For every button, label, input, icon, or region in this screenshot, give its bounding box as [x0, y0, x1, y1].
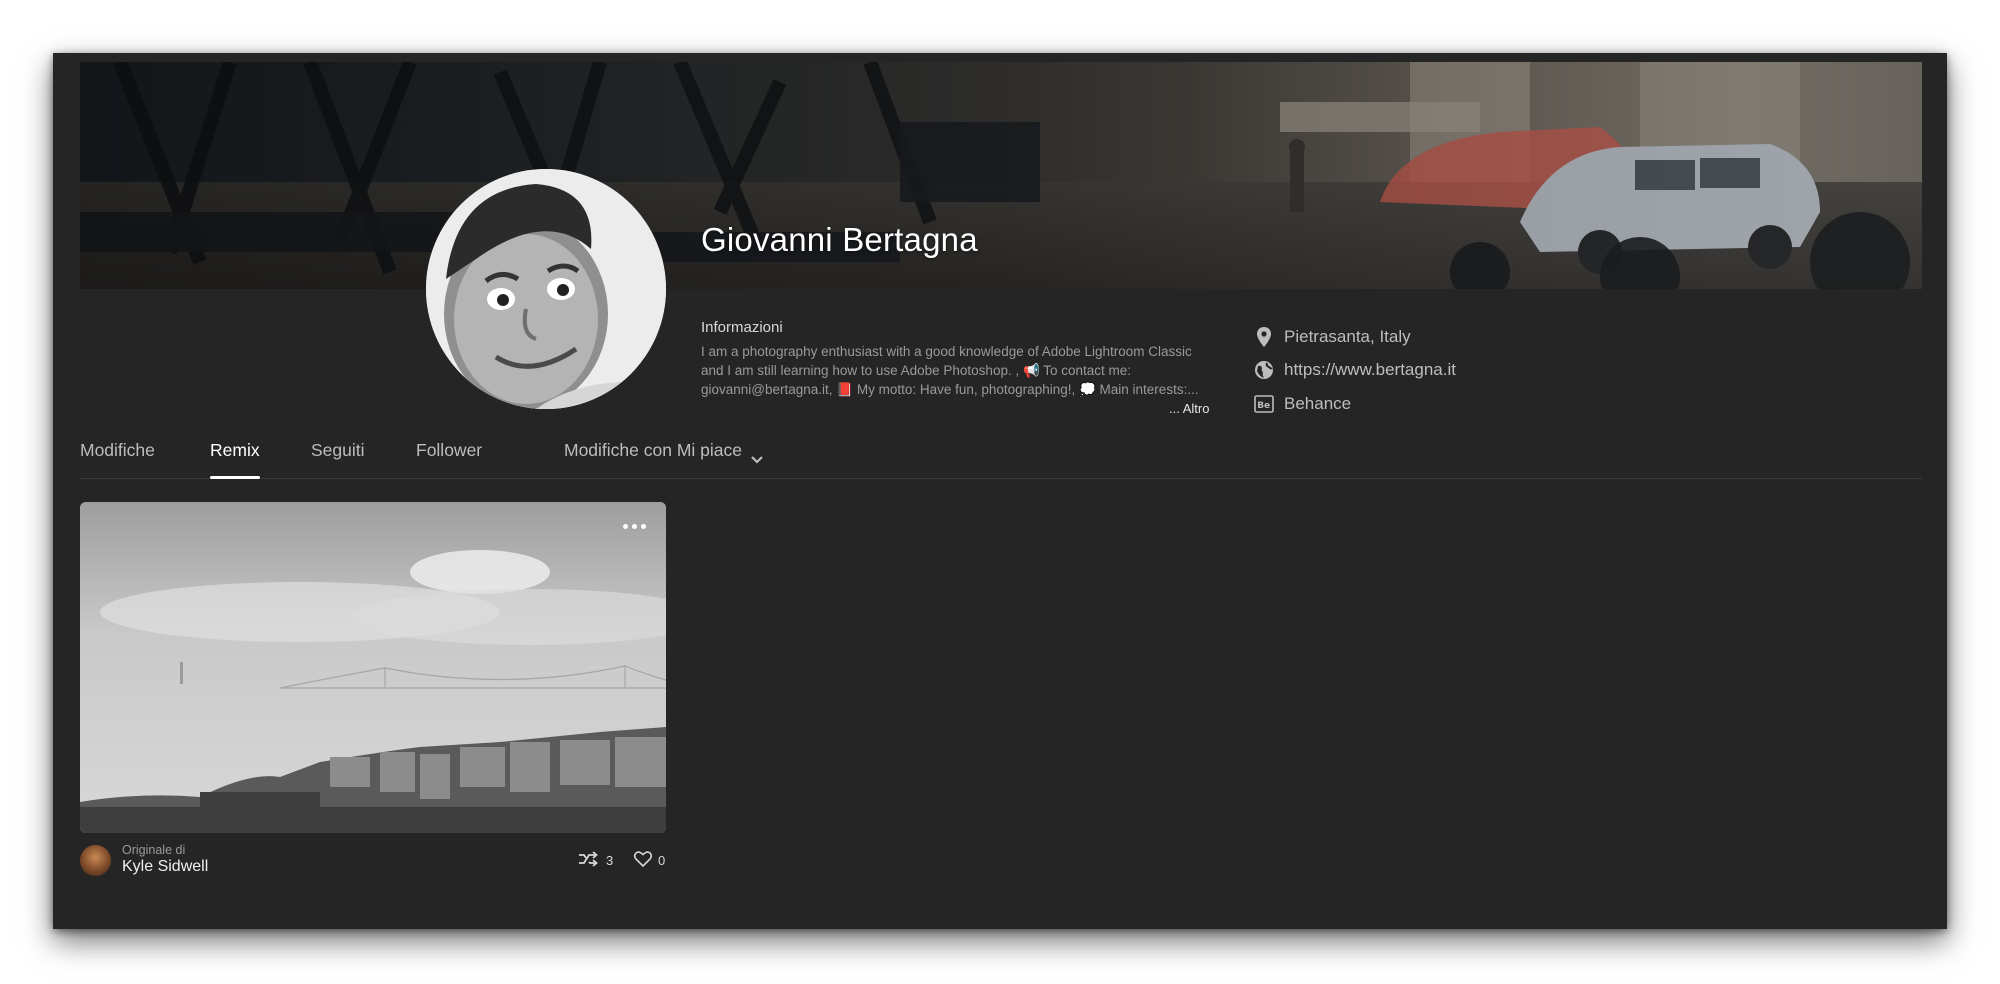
about-title: Informazioni: [701, 319, 783, 336]
more-link[interactable]: ... Altro: [1169, 401, 1209, 416]
svg-text:Be: Be: [1257, 401, 1270, 411]
globe-icon: [1253, 359, 1275, 381]
heart-icon: [633, 851, 658, 870]
about-text: I am a photography enthusiast with a goo…: [701, 344, 1199, 397]
tab-liked-edits[interactable]: Modifiche con Mi piace: [564, 436, 764, 478]
author-name[interactable]: Kyle Sidwell: [122, 858, 208, 876]
profile-avatar: [426, 169, 666, 409]
remix-count: 3: [606, 853, 614, 868]
website-link[interactable]: https://www.bertagna.it: [1284, 360, 1456, 380]
tab-modifiche[interactable]: Modifiche: [80, 436, 155, 478]
tab-remix[interactable]: Remix: [210, 436, 260, 479]
remix-card-image[interactable]: [80, 502, 666, 833]
tab-follower[interactable]: Follower: [416, 436, 482, 478]
tab-liked-edits-label: Modifiche con Mi piace: [564, 440, 742, 460]
author-avatar[interactable]: [80, 845, 111, 876]
like-count: 0: [658, 853, 666, 868]
behance-row[interactable]: Be Behance: [1253, 392, 1351, 416]
like-button[interactable]: 0: [633, 851, 666, 870]
tab-seguiti[interactable]: Seguiti: [311, 436, 365, 478]
remix-card-meta: Originale di Kyle Sidwell 3 0: [80, 843, 666, 879]
app-window: Giovanni Bertagna Informazioni I am a ph…: [53, 53, 1947, 929]
cover-image: [80, 62, 1922, 289]
behance-link[interactable]: Behance: [1284, 394, 1351, 414]
remix-icon: [578, 851, 606, 870]
profile-name: Giovanni Bertagna: [701, 221, 978, 258]
chevron-down-icon: [750, 445, 764, 473]
more-options-icon[interactable]: [623, 524, 646, 529]
location-pin-icon: [1253, 326, 1275, 348]
location-row: Pietrasanta, Italy: [1253, 325, 1411, 349]
behance-icon: Be: [1253, 393, 1275, 415]
profile-tabs: Modifiche Remix Seguiti Follower Modific…: [80, 436, 1922, 479]
location-text: Pietrasanta, Italy: [1284, 327, 1411, 346]
website-row[interactable]: https://www.bertagna.it: [1253, 358, 1456, 382]
original-by-label: Originale di: [122, 843, 186, 857]
remix-count-button[interactable]: 3: [578, 851, 613, 870]
